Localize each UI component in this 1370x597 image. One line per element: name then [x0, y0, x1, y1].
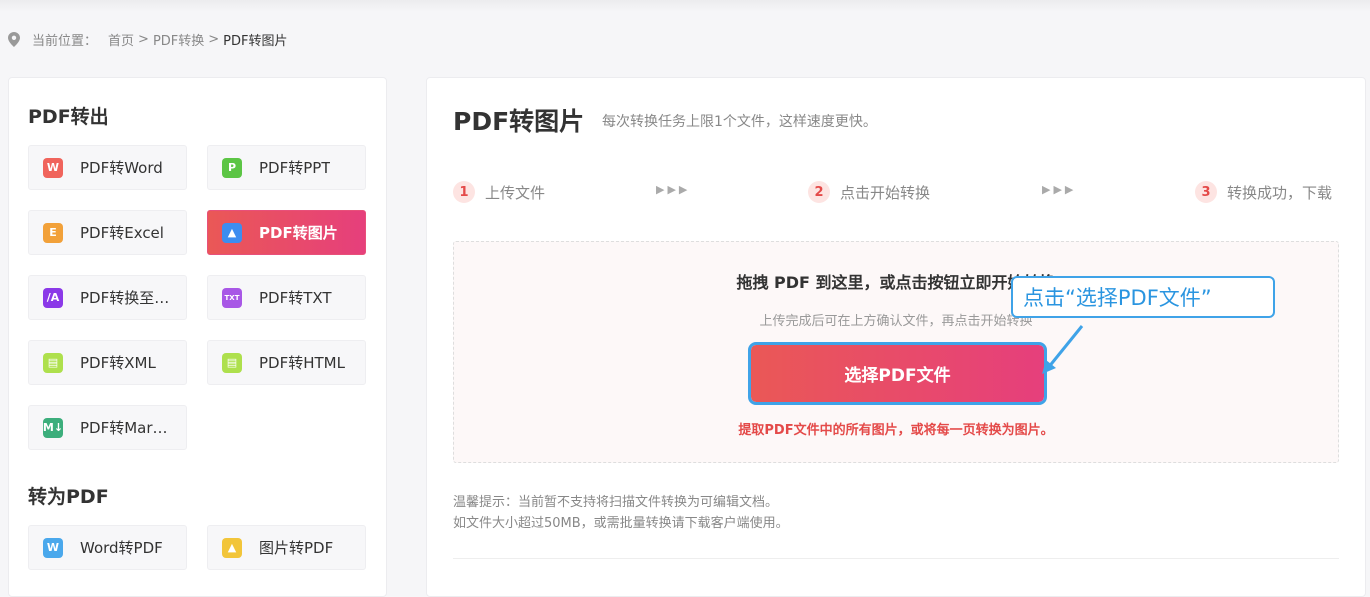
dropzone-description: 提取PDF文件中的所有图片，或将每一页转换为图片。	[738, 423, 1054, 438]
location-pin-icon	[8, 31, 20, 47]
sidebar: PDF转出 转为PDF W PDF转Word P PDF转PPT E PDF转Excel ▲…	[8, 77, 387, 597]
markdown-icon: M↓	[43, 417, 63, 438]
step-number: 2	[808, 181, 830, 203]
tool-button[interactable]: E PDF转Excel	[28, 210, 187, 255]
step-number: 1	[453, 181, 475, 203]
tool-label: PDF转换至…	[80, 289, 170, 307]
main-panel: PDF转图片 每次转换任务上限1个文件，这样速度更快。 1 上传文件 ▶▶▶ 2…	[426, 77, 1366, 597]
step-arrows-icon: ▶▶▶	[656, 183, 691, 196]
step-number: 3	[1195, 181, 1217, 203]
step-download: 3 转换成功，下载	[1195, 181, 1332, 203]
tool-label: PDF转HTML	[259, 354, 345, 372]
ppt-icon: P	[222, 157, 242, 178]
section-title-to-pdf: 转为PDF	[28, 486, 109, 508]
image-icon: ▲	[222, 537, 242, 558]
tip-line: 温馨提示：当前暂不支持将扫描文件转换为可编辑文档。	[453, 495, 779, 510]
breadcrumb-home[interactable]: 首页	[108, 30, 134, 49]
page-title: PDF转图片	[453, 107, 585, 136]
tool-button[interactable]: /A PDF转换至…	[28, 275, 187, 320]
tool-button[interactable]: ▤ PDF转HTML	[207, 340, 366, 385]
annotation-arrow-icon	[1042, 325, 1084, 374]
tool-label: PDF转XML	[80, 354, 156, 372]
tool-button[interactable]: ▤ PDF转XML	[28, 340, 187, 385]
breadcrumb-pdf-convert[interactable]: PDF转换	[153, 30, 204, 49]
tool-label: PDF转Word	[80, 159, 163, 177]
html-icon: ▤	[222, 352, 242, 373]
tool-button[interactable]: W PDF转Word	[28, 145, 187, 190]
tool-button[interactable]: ▲ PDF转图片	[207, 210, 366, 255]
breadcrumb-separator: >	[138, 31, 149, 47]
tool-button[interactable]: M↓ PDF转Mar…	[28, 405, 187, 450]
tool-label: 图片转PDF	[259, 539, 334, 557]
tip-line: 如文件大小超过50MB，或需批量转换请下载客户端使用。	[453, 516, 789, 531]
word-icon: W	[43, 537, 63, 558]
step-arrows-icon: ▶▶▶	[1042, 183, 1077, 196]
top-shadow	[0, 0, 1370, 12]
tool-button[interactable]: ▲ 图片转PDF	[207, 525, 366, 570]
divider	[453, 558, 1339, 559]
page-subtitle: 每次转换任务上限1个文件，这样速度更快。	[602, 114, 877, 130]
tool-label: Word转PDF	[80, 539, 163, 557]
step-label: 转换成功，下载	[1227, 183, 1333, 202]
tool-button[interactable]: TXT PDF转TXT	[207, 275, 366, 320]
tool-label: PDF转TXT	[259, 289, 332, 307]
image-icon: ▲	[222, 222, 242, 243]
txt-icon: TXT	[222, 287, 242, 308]
tool-label: PDF转图片	[259, 224, 338, 242]
tool-label: PDF转Mar…	[80, 419, 168, 437]
step-label: 点击开始转换	[840, 183, 931, 202]
ai-icon: /A	[43, 287, 63, 308]
section-title-pdf-out: PDF转出	[28, 106, 109, 128]
tool-button[interactable]: W Word转PDF	[28, 525, 187, 570]
breadcrumb-separator: >	[208, 31, 220, 47]
tool-label: PDF转Excel	[80, 224, 164, 242]
tool-label: PDF转PPT	[259, 159, 331, 177]
word-icon: W	[43, 157, 63, 178]
xml-icon: ▤	[43, 352, 63, 373]
annotation-callout: 点击“选择PDF文件”	[1011, 276, 1275, 318]
select-pdf-button[interactable]: 选择PDF文件	[748, 342, 1047, 405]
step-label: 上传文件	[485, 183, 546, 202]
tips: 温馨提示：当前暂不支持将扫描文件转换为可编辑文档。 如文件大小超过50MB，或需…	[453, 492, 789, 534]
breadcrumb-current: PDF转图片	[223, 33, 288, 49]
breadcrumb-prefix: 当前位置：	[32, 33, 98, 49]
breadcrumb: 当前位置： 首页 > PDF转换 > PDF转图片	[8, 29, 288, 49]
tool-button[interactable]: P PDF转PPT	[207, 145, 366, 190]
step-upload: 1 上传文件	[453, 181, 545, 203]
excel-icon: E	[43, 222, 63, 243]
step-convert: 2 点击开始转换	[808, 181, 930, 203]
file-dropzone[interactable]: 拖拽 PDF 到这里，或点击按钮立即开始转换 上传完成后可在上方确认文件，再点击…	[453, 241, 1339, 463]
